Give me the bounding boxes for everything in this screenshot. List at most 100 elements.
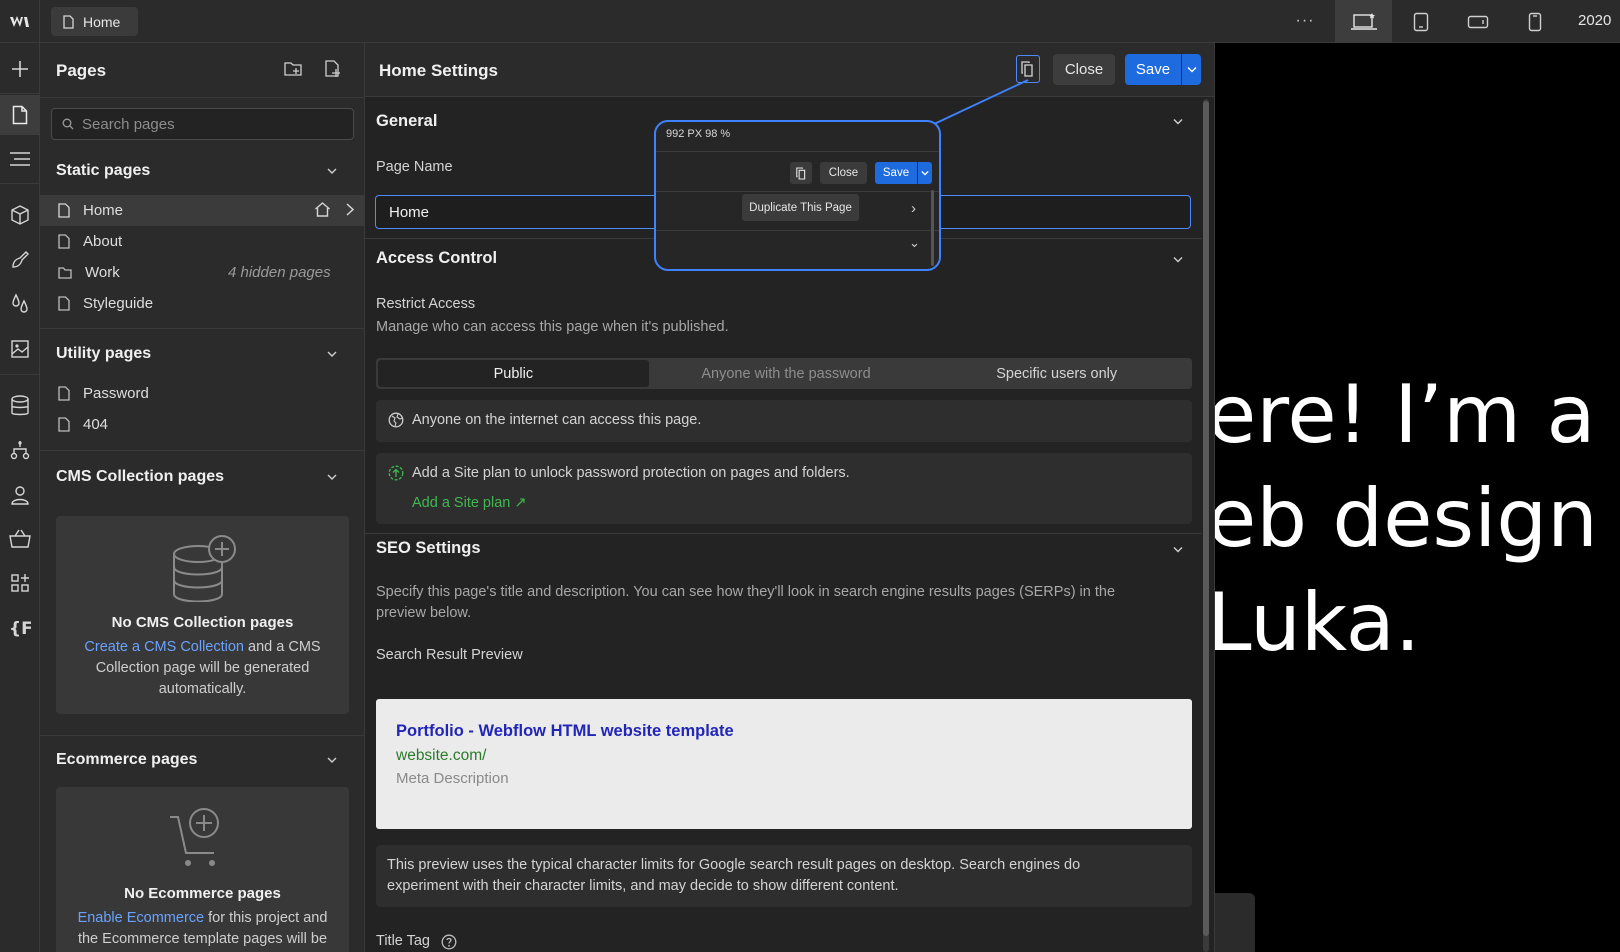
settings-scrollbar-thumb[interactable]	[1203, 101, 1209, 936]
general-section-title[interactable]: General	[376, 112, 437, 131]
help-question-icon[interactable]	[441, 934, 457, 950]
mobile-landscape-icon	[1467, 15, 1488, 28]
webflow-logo-icon[interactable]	[0, 0, 40, 43]
canvas-bottom-element[interactable]	[1215, 893, 1255, 952]
add-site-plan-link[interactable]: Add a Site plan ↗	[412, 495, 527, 511]
hero-line-1: ere! I’m a	[1215, 368, 1596, 461]
ecommerce-empty-text-2: the Ecommerce template pages will be	[77, 931, 328, 947]
hero-heading[interactable]: ere! I’m a eb design Luka.	[1215, 363, 1620, 675]
site-plan-text: Add a Site plan to unlock password prote…	[412, 465, 850, 481]
serp-preview-description: Meta Description	[396, 770, 509, 787]
page-name-label: Page Name	[376, 159, 453, 175]
ecommerce-basket-icon[interactable]	[0, 519, 40, 559]
landscape-breakpoint-button[interactable]	[1449, 0, 1506, 43]
chevron-down-icon[interactable]	[327, 350, 337, 358]
chevron-down-icon[interactable]	[327, 756, 337, 764]
page-icon	[58, 386, 70, 401]
logic-flow-icon[interactable]	[0, 430, 40, 470]
callout-duplicate-icon[interactable]	[790, 162, 812, 184]
hidden-pages-note: 4 hidden pages	[228, 264, 331, 281]
seo-settings-title[interactable]: SEO Settings	[376, 539, 481, 558]
desktop-star-icon	[1350, 12, 1377, 30]
section-divider	[40, 450, 365, 451]
cms-database-icon[interactable]	[0, 386, 40, 426]
tablet-icon	[1413, 12, 1428, 31]
page-item-password[interactable]: Password	[40, 378, 365, 409]
pages-icon[interactable]	[0, 95, 40, 135]
svg-text:{F: {F	[9, 619, 31, 638]
page-settings-arrow-icon[interactable]	[345, 201, 355, 218]
static-pages-title: Static pages	[56, 162, 151, 179]
desktop-breakpoint-icon-2[interactable]	[1392, 0, 1449, 43]
page-item-styleguide[interactable]: Styleguide	[40, 288, 365, 319]
access-option-public[interactable]: Public	[378, 360, 649, 387]
restrict-access-label: Restrict Access	[376, 296, 476, 312]
page-item-404[interactable]: 404	[40, 409, 365, 440]
components-cube-icon[interactable]	[0, 195, 40, 235]
left-icon-rail: {F	[0, 43, 40, 952]
page-item-work[interactable]: Work 4 hidden pages	[40, 257, 365, 288]
create-cms-collection-link[interactable]: Create a CMS Collection	[84, 639, 244, 655]
variables-drops-icon[interactable]	[0, 284, 40, 324]
page-item-about[interactable]: About	[40, 226, 365, 257]
top-bar: Home ··· 2020	[0, 0, 1620, 43]
search-icon	[62, 118, 74, 130]
new-page-icon[interactable]	[324, 60, 342, 78]
more-options-button[interactable]: ···	[1290, 8, 1320, 34]
page-item-label: Home	[83, 202, 124, 219]
current-page-chip[interactable]: Home	[51, 7, 138, 36]
desktop-breakpoint-button[interactable]	[1335, 0, 1392, 43]
callout-close-button[interactable]: Close	[820, 162, 867, 184]
close-button[interactable]: Close	[1053, 54, 1115, 85]
styles-brush-icon[interactable]	[0, 240, 40, 280]
cms-empty-text-2: Collection page will be generated	[95, 660, 310, 676]
section-divider	[40, 735, 365, 736]
seo-help-line-1: Specify this page's title and descriptio…	[376, 584, 1116, 600]
chevron-down-icon[interactable]	[1173, 256, 1183, 263]
callout-save-chevron-icon[interactable]	[918, 162, 932, 184]
cart-plus-icon	[168, 807, 228, 871]
cms-empty-text-1: and a CMS	[244, 639, 321, 655]
pages-panel: Pages Search pages Static pages Home Abo…	[40, 43, 365, 952]
new-folder-icon[interactable]	[284, 60, 304, 78]
page-item-label: Work	[85, 264, 120, 281]
mobile-portrait-icon	[1528, 12, 1541, 31]
page-item-label: About	[83, 233, 123, 250]
ecommerce-empty-text: Enable Ecommerce for this project and th…	[56, 908, 349, 950]
callout-chevron-down-icon: ⌄	[909, 235, 920, 250]
add-elements-icon[interactable]	[0, 49, 40, 89]
enable-ecommerce-link[interactable]: Enable Ecommerce	[78, 910, 205, 926]
site-plan-upsell: Add a Site plan to unlock password prote…	[376, 453, 1192, 524]
assets-image-icon[interactable]	[0, 329, 40, 369]
save-button[interactable]: Save	[1125, 54, 1181, 85]
hero-line-3: Luka.	[1215, 576, 1421, 669]
users-person-icon[interactable]	[0, 475, 40, 515]
access-option-password[interactable]: Anyone with the password	[651, 358, 922, 389]
callout-save-button[interactable]: Save	[875, 162, 917, 184]
access-option-specific-users[interactable]: Specific users only	[921, 358, 1192, 389]
navigator-icon[interactable]	[0, 139, 40, 179]
rail-divider	[0, 374, 40, 375]
chevron-down-icon[interactable]	[327, 167, 337, 175]
zoom-callout: 992 PX 98 % Close Save Duplicate This Pa…	[654, 120, 941, 271]
search-pages-input[interactable]: Search pages	[51, 108, 354, 140]
rail-divider	[0, 183, 40, 184]
apps-grid-icon[interactable]	[0, 563, 40, 603]
finsweet-app-icon[interactable]: {F	[0, 608, 40, 648]
callout-size-label: 992 PX 98 %	[666, 128, 731, 140]
access-segmented-control: Public Anyone with the password Specific…	[376, 358, 1192, 389]
serp-limits-text: This preview uses the typical character …	[387, 855, 1080, 897]
page-icon	[58, 234, 70, 249]
page-item-home[interactable]: Home	[40, 195, 365, 226]
chevron-down-icon[interactable]	[1173, 546, 1183, 553]
public-access-text: Anyone on the internet can access this p…	[412, 412, 702, 428]
access-control-title[interactable]: Access Control	[376, 249, 497, 268]
callout-arrow-right-icon: ›	[911, 200, 916, 217]
chevron-down-icon[interactable]	[327, 473, 337, 481]
portrait-breakpoint-button[interactable]	[1506, 0, 1563, 43]
design-canvas[interactable]: ere! I’m a eb design Luka.	[1215, 43, 1620, 952]
save-options-chevron-icon[interactable]	[1182, 54, 1201, 85]
search-result-preview-label: Search Result Preview	[376, 647, 523, 663]
chevron-down-icon[interactable]	[1173, 118, 1183, 125]
canvas-width-value[interactable]: 2020	[1578, 12, 1611, 29]
